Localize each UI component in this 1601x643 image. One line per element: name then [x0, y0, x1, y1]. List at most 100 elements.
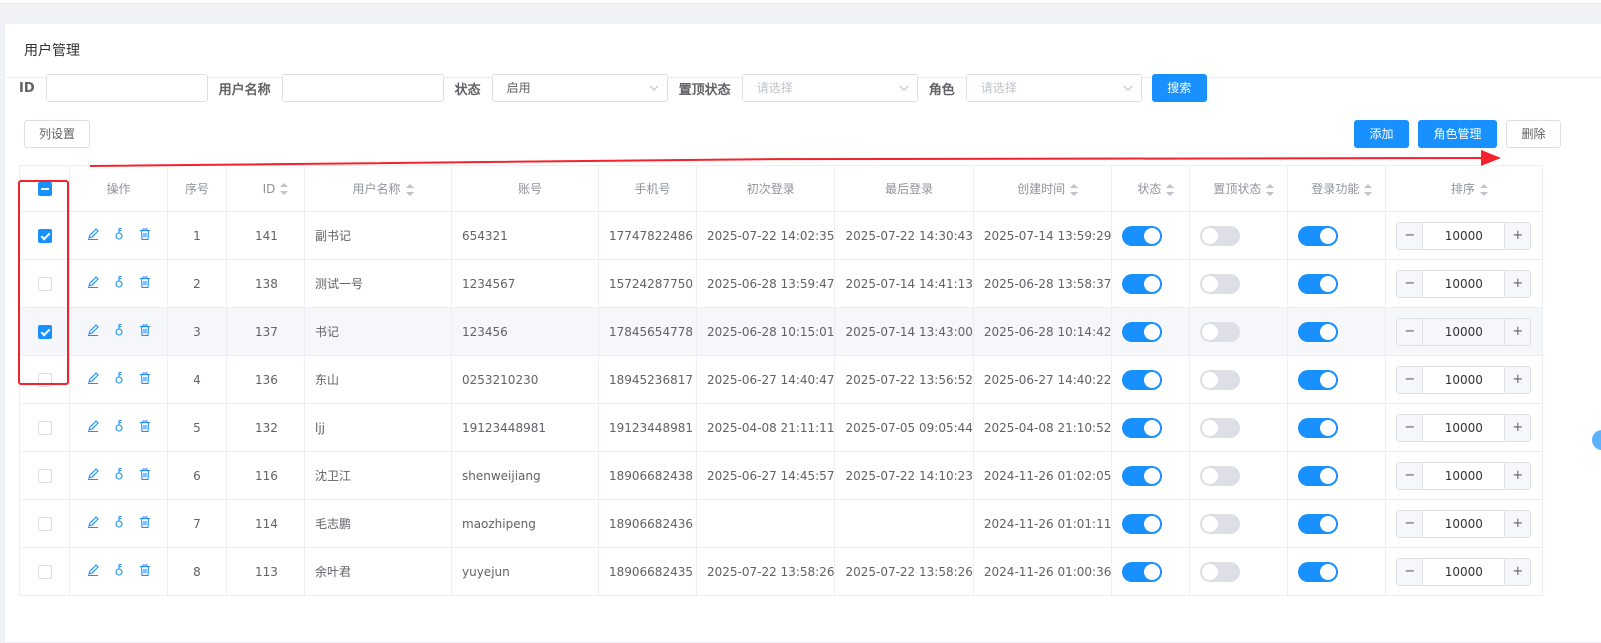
delete-icon[interactable] — [138, 419, 152, 433]
pin-switch[interactable] — [1200, 561, 1241, 582]
pin-switch[interactable] — [1200, 225, 1241, 246]
login-switch[interactable] — [1298, 417, 1339, 438]
header-username[interactable]: 用户名称 — [304, 165, 452, 212]
login-switch[interactable] — [1298, 225, 1339, 246]
decrement-button[interactable]: − — [1397, 558, 1424, 585]
pin-switch[interactable] — [1200, 465, 1241, 486]
sort-value-input[interactable]: 10000 — [1423, 415, 1504, 441]
role-assign-icon[interactable] — [112, 371, 126, 385]
decrement-button[interactable]: − — [1397, 270, 1424, 297]
login-switch[interactable] — [1298, 561, 1339, 582]
edit-icon[interactable] — [86, 323, 100, 337]
delete-icon[interactable] — [138, 275, 152, 289]
sort-icon[interactable] — [1166, 183, 1175, 196]
row-checkbox[interactable] — [37, 420, 52, 435]
edit-icon[interactable] — [86, 371, 100, 385]
delete-button[interactable]: 删除 — [1506, 120, 1561, 148]
table-row[interactable]: 8 113 余叶君 yuyejun 18906682435 2025-07-22 13:5… — [19, 547, 1544, 596]
edit-icon[interactable] — [86, 227, 100, 241]
status-switch[interactable] — [1122, 513, 1163, 534]
row-checkbox[interactable] — [37, 276, 52, 291]
decrement-button[interactable]: − — [1397, 222, 1424, 249]
edit-icon[interactable] — [86, 419, 100, 433]
sort-value-input[interactable]: 10000 — [1423, 367, 1504, 393]
sort-icon[interactable] — [1266, 183, 1275, 196]
sort-icon[interactable] — [1070, 183, 1079, 196]
pin-status-select[interactable]: 请选择 — [741, 74, 918, 102]
login-switch[interactable] — [1298, 321, 1339, 342]
header-pinned[interactable]: 置顶状态 — [1189, 165, 1289, 212]
table-row[interactable]: 6 116 沈卫江 shenweijiang 18906682438 2025-06-27… — [19, 451, 1544, 500]
column-settings-button[interactable]: 列设置 — [24, 120, 90, 148]
decrement-button[interactable]: − — [1397, 510, 1424, 537]
sort-icon[interactable] — [1364, 183, 1373, 196]
search-button[interactable]: 搜索 — [1151, 74, 1207, 102]
delete-icon[interactable] — [138, 227, 152, 241]
status-switch[interactable] — [1122, 273, 1163, 294]
pin-switch[interactable] — [1200, 513, 1241, 534]
row-checkbox[interactable] — [37, 372, 52, 387]
sort-value-input[interactable]: 10000 — [1423, 223, 1504, 249]
row-checkbox[interactable] — [37, 564, 52, 579]
status-switch[interactable] — [1122, 465, 1163, 486]
status-switch[interactable] — [1122, 369, 1163, 390]
decrement-button[interactable]: − — [1397, 366, 1424, 393]
status-switch[interactable] — [1122, 321, 1163, 342]
increment-button[interactable]: + — [1504, 558, 1531, 585]
status-switch[interactable] — [1122, 225, 1163, 246]
sort-value-input[interactable]: 10000 — [1423, 463, 1504, 489]
pin-switch[interactable] — [1200, 321, 1241, 342]
header-login-enabled[interactable]: 登录功能 — [1287, 165, 1387, 212]
username-input[interactable] — [281, 74, 444, 102]
role-select[interactable]: 请选择 — [965, 74, 1142, 102]
table-row[interactable]: 3 137 书记 123456 17845654778 2025-06-28 10:15:… — [19, 307, 1544, 356]
increment-button[interactable]: + — [1504, 414, 1531, 441]
delete-icon[interactable] — [138, 515, 152, 529]
edit-icon[interactable] — [86, 515, 100, 529]
sort-icon[interactable] — [280, 183, 289, 195]
increment-button[interactable]: + — [1504, 462, 1531, 489]
status-switch[interactable] — [1122, 561, 1163, 582]
table-row[interactable]: 7 114 毛志鹏 maozhipeng 18906682436 2024-11-26 0… — [19, 499, 1544, 548]
role-assign-icon[interactable] — [112, 227, 126, 241]
login-switch[interactable] — [1298, 369, 1339, 390]
table-row[interactable]: 1 141 副书记 654321 17747822486 2025-07-22 14:02… — [19, 211, 1544, 260]
pin-switch[interactable] — [1200, 417, 1241, 438]
role-assign-icon[interactable] — [112, 419, 126, 433]
decrement-button[interactable]: − — [1397, 414, 1424, 441]
role-assign-icon[interactable] — [112, 323, 126, 337]
delete-icon[interactable] — [138, 563, 152, 577]
role-assign-icon[interactable] — [112, 275, 126, 289]
add-button[interactable]: 添加 — [1354, 120, 1409, 148]
increment-button[interactable]: + — [1504, 270, 1531, 297]
delete-icon[interactable] — [138, 467, 152, 481]
row-checkbox[interactable] — [37, 324, 52, 339]
delete-icon[interactable] — [138, 323, 152, 337]
table-row[interactable]: 2 138 测试一号 1234567 15724287750 2025-06-28 13:… — [19, 259, 1544, 308]
header-sort[interactable]: 排序 — [1385, 165, 1544, 212]
header-status[interactable]: 状态 — [1111, 165, 1191, 212]
row-checkbox[interactable] — [37, 468, 52, 483]
sort-value-input[interactable]: 10000 — [1423, 559, 1504, 585]
sort-value-input[interactable]: 10000 — [1423, 271, 1504, 297]
sort-value-input[interactable]: 10000 — [1423, 511, 1504, 537]
login-switch[interactable] — [1298, 465, 1339, 486]
role-assign-icon[interactable] — [112, 467, 126, 481]
role-manage-button[interactable]: 角色管理 — [1418, 120, 1497, 148]
sort-icon[interactable] — [405, 183, 414, 196]
sort-value-input[interactable]: 10000 — [1423, 319, 1504, 345]
increment-button[interactable]: + — [1504, 366, 1531, 393]
row-checkbox[interactable] — [37, 228, 52, 243]
row-checkbox[interactable] — [37, 516, 52, 531]
table-row[interactable]: 4 136 东山 0253210230 18945236817 2025-06-27 14… — [19, 355, 1544, 404]
select-all-checkbox[interactable] — [37, 181, 52, 196]
sort-icon[interactable] — [1479, 183, 1488, 196]
role-assign-icon[interactable] — [112, 563, 126, 577]
decrement-button[interactable]: − — [1397, 462, 1424, 489]
pin-switch[interactable] — [1200, 273, 1241, 294]
status-switch[interactable] — [1122, 417, 1163, 438]
edit-icon[interactable] — [86, 563, 100, 577]
role-assign-icon[interactable] — [112, 515, 126, 529]
login-switch[interactable] — [1298, 513, 1339, 534]
increment-button[interactable]: + — [1504, 222, 1531, 249]
